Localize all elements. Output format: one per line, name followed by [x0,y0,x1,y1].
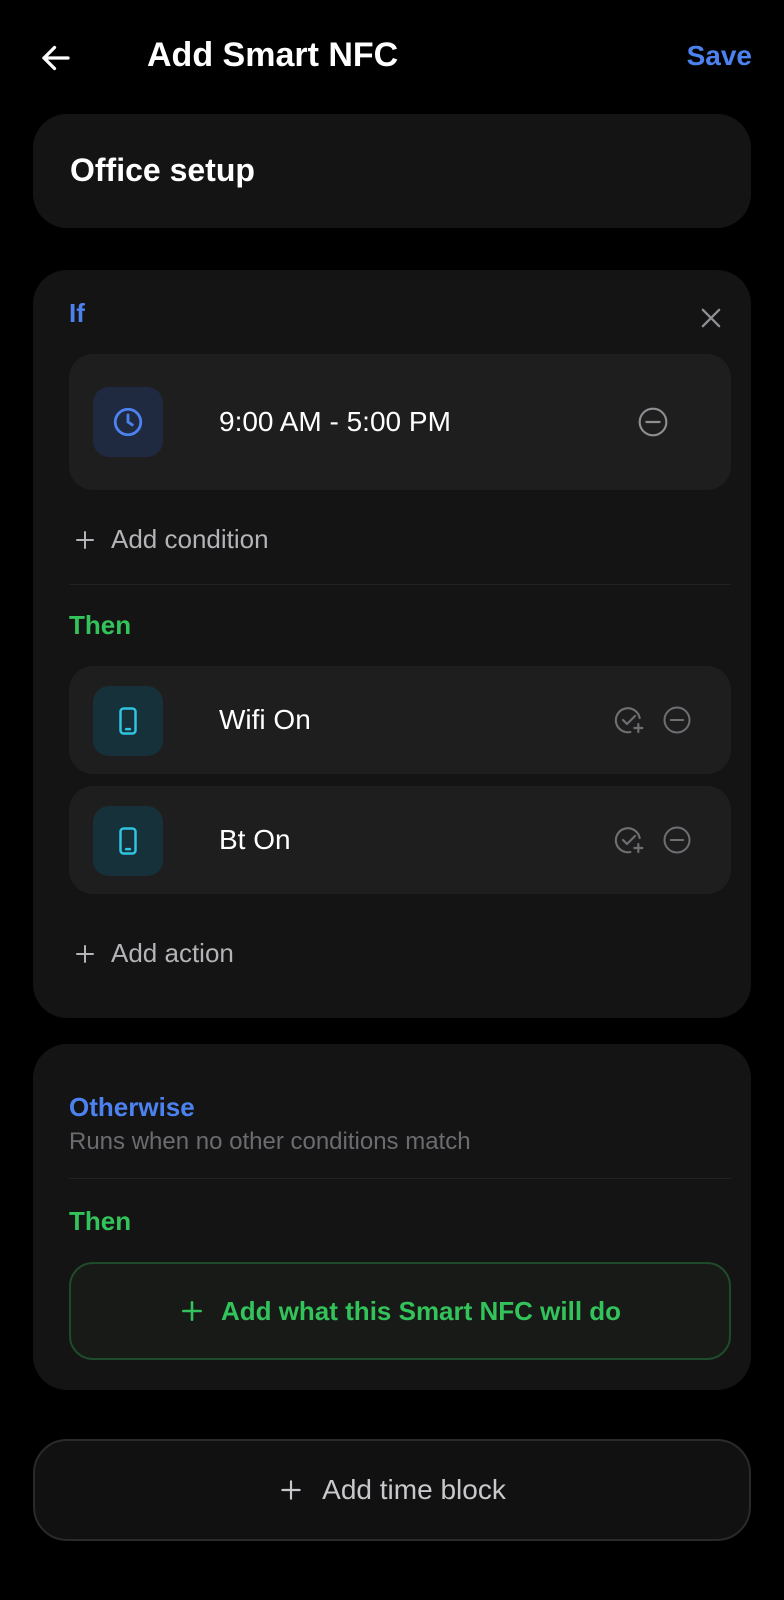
add-time-block-button[interactable]: Add time block [33,1439,751,1541]
otherwise-card: Otherwise Runs when no other conditions … [33,1044,751,1390]
add-time-block-label: Add time block [322,1474,506,1505]
divider [69,1178,731,1179]
add-action-button[interactable]: Add action [73,938,234,969]
minus-circle-icon [663,706,691,734]
remove-action-button[interactable] [660,823,694,857]
name-card[interactable]: Office setup [33,114,751,228]
arrow-left-icon [42,45,70,71]
back-button[interactable] [36,38,76,78]
then-label: Then [69,1206,132,1236]
save-button[interactable]: Save [687,40,752,72]
action-icon-tile [93,686,163,756]
otherwise-description: Runs when no other conditions match [69,1128,471,1155]
action-text: Wifi On [219,704,311,735]
close-icon[interactable] [697,304,725,332]
plus-icon [76,530,94,549]
action-row-wifi[interactable]: Wifi On [69,666,731,774]
check-plus-icon [614,707,644,734]
condition-text: 9:00 AM - 5:00 PM [219,406,451,437]
add-otherwise-action-button[interactable]: Add what this Smart NFC will do [69,1262,731,1360]
divider [69,584,731,585]
add-condition-label: Add condition [111,524,269,554]
condition-icon-tile [93,387,163,457]
automation-name[interactable]: Office setup [70,152,255,189]
remove-action-button[interactable] [660,703,694,737]
action-row-bt[interactable]: Bt On [69,786,731,894]
app-header: Add Smart NFC Save [0,0,784,112]
plus-icon [181,1301,202,1321]
plus-icon [76,944,94,963]
add-confirm-button[interactable] [612,703,646,737]
clock-icon [113,407,143,437]
page-title: Add Smart NFC [147,36,399,74]
action-text: Bt On [219,824,291,855]
phone-icon [119,707,137,735]
add-otherwise-label: Add what this Smart NFC will do [220,1295,622,1326]
check-plus-icon [614,827,644,854]
action-icon-tile [93,806,163,876]
plus-icon [281,1480,301,1500]
condition-row[interactable]: 9:00 AM - 5:00 PM [69,354,731,490]
then-label: Then [69,610,132,640]
if-label: If [69,298,85,328]
add-confirm-button[interactable] [612,823,646,857]
minus-circle-icon [663,826,691,854]
remove-condition-button[interactable] [636,405,670,439]
phone-icon [119,827,137,855]
minus-circle-icon [638,407,668,437]
add-condition-button[interactable]: Add condition [73,524,269,555]
if-card: If 9:00 AM - 5:00 PM Add condition Then [33,270,751,1018]
add-action-label: Add action [111,938,234,968]
otherwise-label: Otherwise [69,1092,195,1122]
